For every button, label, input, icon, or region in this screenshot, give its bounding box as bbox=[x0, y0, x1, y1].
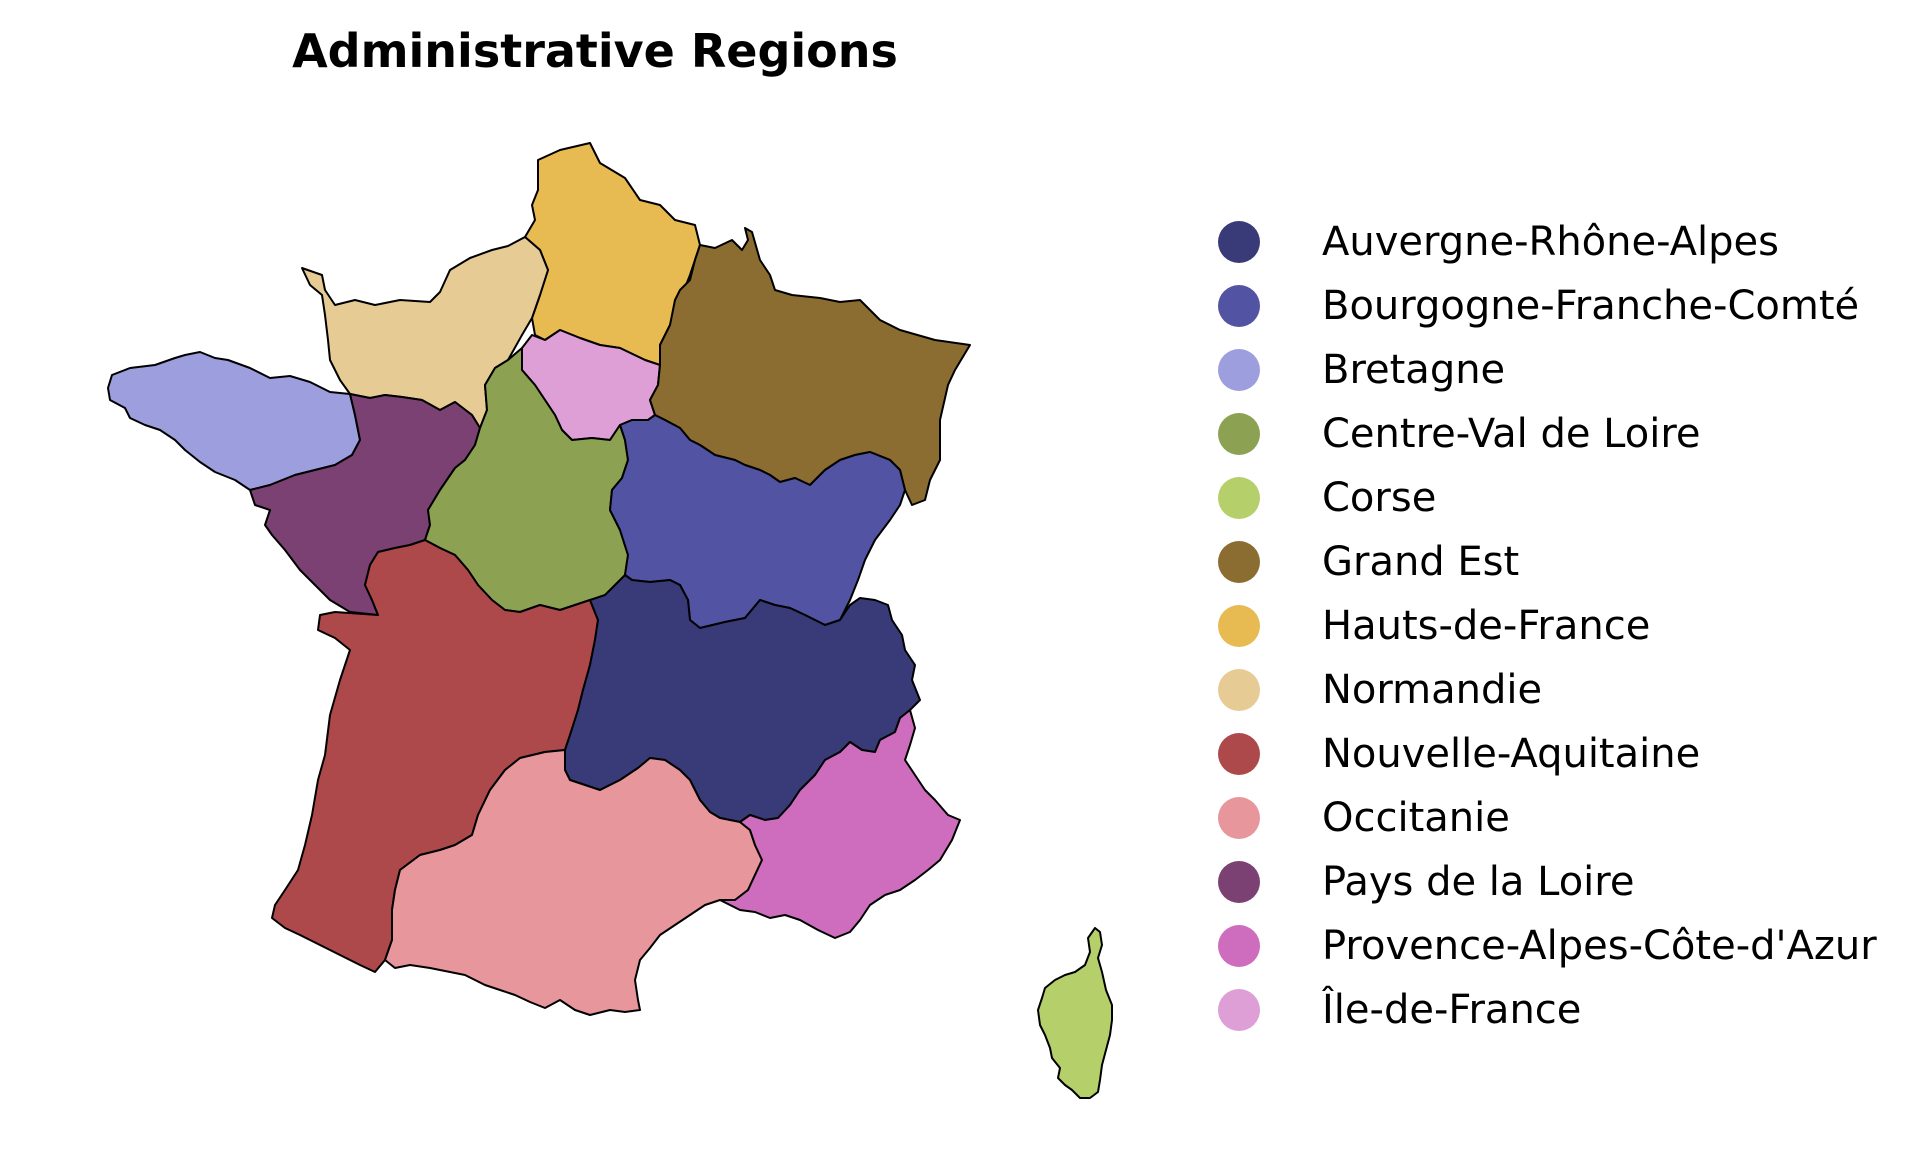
legend-swatch bbox=[1218, 797, 1260, 839]
legend-item-occitanie: Occitanie bbox=[1218, 786, 1877, 850]
legend-label: Occitanie bbox=[1322, 795, 1510, 841]
legend-swatch bbox=[1218, 477, 1260, 519]
legend-item-hauts-de-france: Hauts-de-France bbox=[1218, 594, 1877, 658]
legend-swatch bbox=[1218, 541, 1260, 583]
legend-swatch bbox=[1218, 925, 1260, 967]
legend-label: Centre-Val de Loire bbox=[1322, 411, 1701, 457]
legend-label: Corse bbox=[1322, 475, 1437, 521]
legend-item-ile-de-france: Île-de-France bbox=[1218, 978, 1877, 1042]
region-corse[interactable] bbox=[1037, 927, 1113, 1099]
legend-item-bourgogne-franche-comte: Bourgogne-Franche-Comté bbox=[1218, 274, 1877, 338]
legend-item-nouvelle-aquitaine: Nouvelle-Aquitaine bbox=[1218, 722, 1877, 786]
legend-swatch bbox=[1218, 861, 1260, 903]
legend-label: Bretagne bbox=[1322, 347, 1506, 393]
legend-item-pays-de-la-loire: Pays de la Loire bbox=[1218, 850, 1877, 914]
legend-swatch bbox=[1218, 669, 1260, 711]
legend-swatch bbox=[1218, 605, 1260, 647]
legend-label: Auvergne-Rhône-Alpes bbox=[1322, 219, 1779, 265]
legend-item-grand-est: Grand Est bbox=[1218, 530, 1877, 594]
legend-label: Pays de la Loire bbox=[1322, 859, 1635, 905]
legend-swatch bbox=[1218, 989, 1260, 1031]
map-legend: Auvergne-Rhône-Alpes Bourgogne-Franche-Co… bbox=[1218, 210, 1877, 1042]
legend-label: Grand Est bbox=[1322, 539, 1520, 585]
legend-swatch bbox=[1218, 413, 1260, 455]
legend-label: Bourgogne-Franche-Comté bbox=[1322, 283, 1860, 329]
legend-item-normandie: Normandie bbox=[1218, 658, 1877, 722]
legend-item-centre-val-de-loire: Centre-Val de Loire bbox=[1218, 402, 1877, 466]
legend-swatch bbox=[1218, 221, 1260, 263]
legend-label: Île-de-France bbox=[1322, 987, 1582, 1033]
legend-swatch bbox=[1218, 285, 1260, 327]
legend-label: Nouvelle-Aquitaine bbox=[1322, 731, 1701, 777]
legend-item-provence-alpes-cote-dazur: Provence-Alpes-Côte-d'Azur bbox=[1218, 914, 1877, 978]
legend-label: Hauts-de-France bbox=[1322, 603, 1651, 649]
legend-item-bretagne: Bretagne bbox=[1218, 338, 1877, 402]
legend-label: Provence-Alpes-Côte-d'Azur bbox=[1322, 923, 1877, 969]
legend-item-auvergne-rhone-alpes: Auvergne-Rhône-Alpes bbox=[1218, 210, 1877, 274]
legend-item-corse: Corse bbox=[1218, 466, 1877, 530]
legend-swatch bbox=[1218, 733, 1260, 775]
legend-label: Normandie bbox=[1322, 667, 1543, 713]
legend-swatch bbox=[1218, 349, 1260, 391]
